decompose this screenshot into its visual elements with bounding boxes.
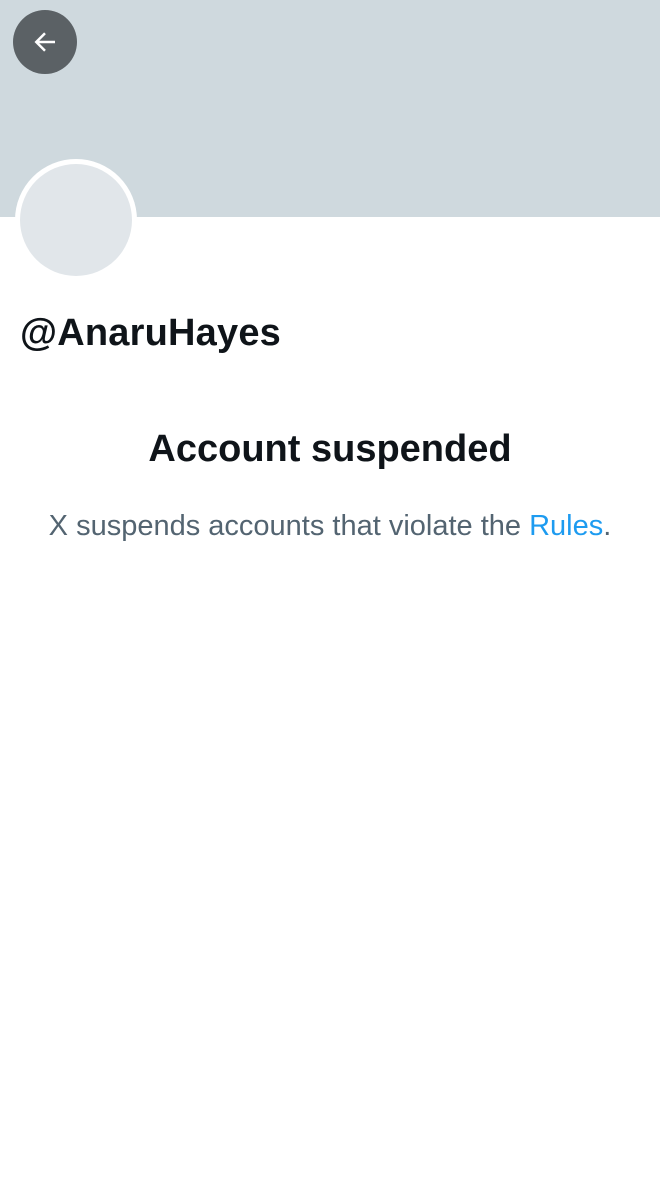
notice-body-period: . xyxy=(603,510,612,542)
avatar xyxy=(15,159,137,281)
avatar-placeholder xyxy=(20,164,132,276)
suspended-notice: Account suspended X suspends accounts th… xyxy=(0,422,660,548)
rules-link[interactable]: Rules xyxy=(529,510,603,542)
notice-body: X suspends accounts that violate the Rul… xyxy=(40,504,620,548)
notice-title: Account suspended xyxy=(148,428,512,470)
profile-handle: @AnaruHayes xyxy=(20,312,282,354)
arrow-left-icon xyxy=(34,32,55,52)
back-button[interactable] xyxy=(13,10,77,74)
profile-page: @AnaruHayes Account suspended X suspends… xyxy=(0,0,660,1200)
notice-body-text: X suspends accounts that violate the xyxy=(48,510,522,542)
